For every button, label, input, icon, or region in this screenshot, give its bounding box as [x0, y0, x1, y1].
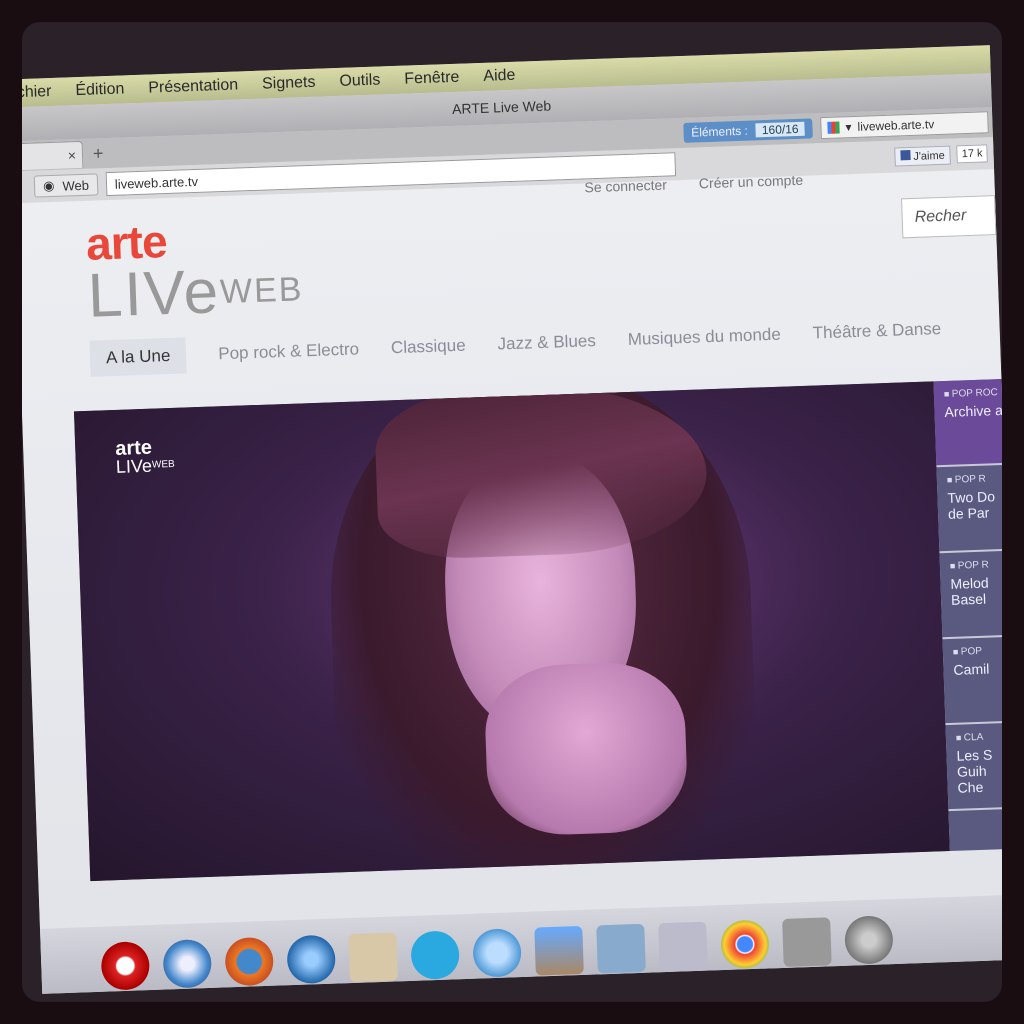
playlist-item-category: POP ROC [944, 387, 1002, 400]
playlist-item-title: Archive a [944, 401, 1002, 420]
playlist-item[interactable]: POP Camil [942, 636, 1002, 726]
dropdown-arrow-icon[interactable]: ▾ [845, 120, 852, 134]
web-button[interactable]: ◉ Web [33, 173, 99, 198]
safari-icon[interactable] [162, 938, 213, 989]
playlist-item-category: CLA [956, 730, 1002, 744]
toolbar-search-value: liveweb.arte.tv [857, 117, 935, 134]
signup-link[interactable]: Créer un compte [699, 172, 804, 192]
utility-icon[interactable] [782, 917, 832, 967]
social-buttons: J'aime 17 k [893, 143, 1002, 167]
player-watermark-logo: arte LIVeWEB [115, 437, 175, 477]
toolbar-search-field[interactable]: ▾ liveweb.arte.tv [820, 111, 989, 140]
opera-icon[interactable] [100, 941, 151, 991]
new-tab-icon[interactable]: + [93, 143, 104, 164]
player-logo-live: LIVe [115, 455, 153, 477]
menu-fichier[interactable]: chier [22, 83, 52, 102]
menu-fenetre[interactable]: Fenêtre [404, 69, 460, 89]
close-tab-icon[interactable]: × [68, 147, 77, 163]
facebook-like-button[interactable]: J'aime [893, 145, 952, 167]
photo-booth-icon[interactable] [596, 923, 646, 974]
tab-arte-live-web[interactable]: × [22, 140, 84, 170]
player-logo-web: WEB [151, 458, 175, 471]
elements-counter: Éléments : 160/16 [682, 118, 813, 143]
nav-jazz-blues[interactable]: Jazz & Blues [497, 331, 596, 354]
web-label: Web [62, 177, 90, 194]
logo-web-text: WEB [219, 270, 305, 312]
logo-live-text: LIVe [86, 257, 222, 331]
screen: chier Édition Présentation Signets Outil… [22, 45, 1002, 994]
playlist-item-title: Camil [953, 660, 990, 678]
elements-count: 160/16 [755, 121, 805, 138]
preview-icon[interactable] [348, 932, 399, 983]
facebook-like-label: J'aime [913, 149, 945, 163]
nav-pop-rock-electro[interactable]: Pop rock & Electro [218, 339, 359, 364]
nav-a-la-une[interactable]: A la Une [89, 337, 187, 377]
twitter-icon[interactable] [993, 145, 1002, 161]
system-preferences-icon[interactable] [844, 915, 894, 965]
chrome-icon[interactable] [720, 919, 770, 970]
login-link[interactable]: Se connecter [584, 177, 667, 196]
nav-theatre-danse[interactable]: Théâtre & Danse [812, 319, 941, 343]
facebook-like-count: 17 k [956, 144, 988, 164]
globe-icon: ◉ [42, 177, 55, 194]
elements-label: Éléments : [690, 123, 749, 140]
menu-aide[interactable]: Aide [483, 67, 516, 86]
photo-frame: chier Édition Présentation Signets Outil… [22, 22, 1002, 1002]
video-subject-hands [483, 660, 689, 838]
menu-presentation[interactable]: Présentation [148, 76, 238, 97]
skype-icon[interactable] [410, 930, 460, 980]
app-icon[interactable] [658, 921, 708, 972]
nav-musiques-du-monde[interactable]: Musiques du monde [627, 325, 781, 350]
nav-classique[interactable]: Classique [391, 336, 466, 359]
playlist-item-title: Les S Guih Che [956, 746, 993, 796]
playlist-item[interactable]: POP R Melod Basel [939, 550, 1002, 640]
playlist-item-title: Two Do de Par [947, 488, 996, 522]
web-page: Se connecter Créer un compte Recher arte… [22, 169, 1002, 994]
google-icon [827, 121, 840, 134]
playlist-item[interactable]: CLA Les S Guih Che [945, 722, 1002, 812]
iphoto-icon[interactable] [534, 925, 584, 976]
playlist-item-category: POP R [947, 472, 1002, 486]
url-value: liveweb.arte.tv [114, 173, 199, 192]
playlist-item-category: POP [953, 644, 1002, 658]
firefox-icon[interactable] [224, 936, 275, 987]
playlist-item-category: POP R [950, 558, 1002, 572]
facebook-icon [900, 149, 911, 160]
itunes-icon[interactable] [472, 928, 522, 978]
menu-outils[interactable]: Outils [339, 71, 381, 90]
google-earth-icon[interactable] [286, 934, 337, 985]
arte-live-web-logo[interactable]: arte LIVeWEB [85, 213, 305, 331]
playlist-item[interactable]: POP ROC Archive a [933, 378, 1002, 468]
playlist-item[interactable]: POP R Two Do de Par [936, 464, 1002, 554]
site-search-input[interactable]: Recher [901, 195, 997, 239]
menu-edition[interactable]: Édition [75, 80, 125, 100]
playlist-item-title: Melod Basel [950, 574, 989, 608]
menu-signets[interactable]: Signets [262, 74, 316, 94]
video-player[interactable]: arte LIVeWEB [73, 381, 950, 882]
